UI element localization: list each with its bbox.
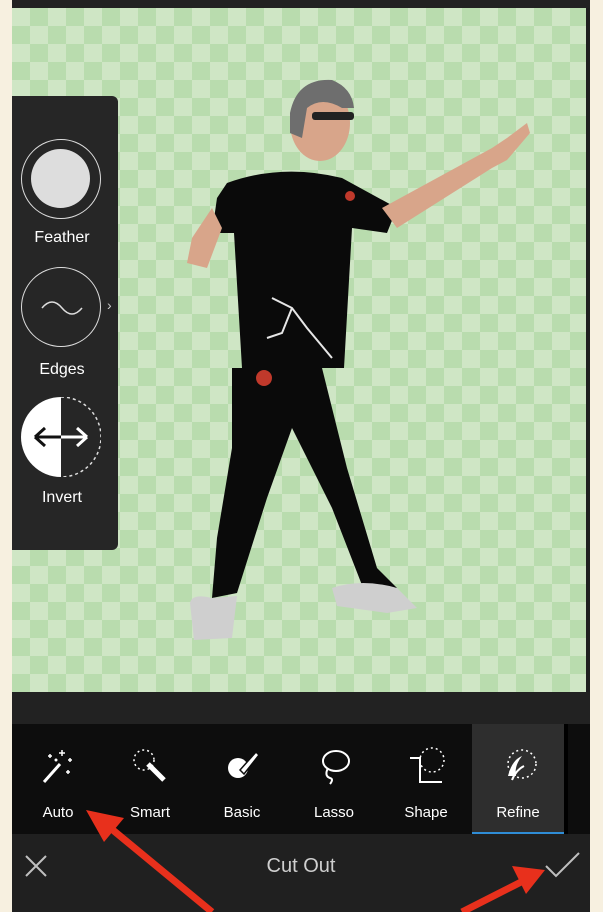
toolbar-scroll-edge	[564, 724, 568, 834]
image-canvas[interactable]: Feather › Edges Invert	[12, 8, 586, 692]
smart-wand-icon	[133, 749, 166, 782]
tool-smart-label: Smart	[129, 804, 170, 821]
magic-wand-sparkle-icon	[42, 750, 72, 783]
cutout-person-image	[187, 79, 530, 640]
invert-label: Invert	[41, 489, 82, 506]
edges-label: Edges	[39, 361, 85, 378]
tool-basic-label: Basic	[223, 804, 261, 821]
brush-icon	[228, 750, 261, 778]
canvas-divider	[12, 692, 590, 724]
tool-basic[interactable]: Basic	[196, 724, 288, 834]
wave-icon	[41, 301, 83, 315]
invert-arrows-icon	[21, 396, 102, 478]
tool-lasso[interactable]: Lasso	[288, 724, 380, 834]
app-screen: Feather › Edges Invert Auto Smart Basic …	[12, 0, 590, 912]
tool-shape-label: Shape	[404, 804, 448, 821]
selection-tools-bar: Auto Smart Basic Lasso Shape Refine	[12, 724, 590, 834]
tool-auto[interactable]: Auto	[12, 724, 104, 834]
checkmark-done-icon[interactable]	[542, 850, 582, 882]
tool-smart[interactable]: Smart	[104, 724, 196, 834]
tool-refine-label: Refine	[496, 804, 540, 821]
tool-lasso-label: Lasso	[313, 804, 355, 821]
shape-select-icon	[410, 747, 445, 783]
page-title: Cut Out	[266, 855, 336, 877]
chevron-right-icon[interactable]: ›	[107, 297, 112, 313]
feather-preview-icon	[31, 149, 90, 208]
invert-button[interactable]	[21, 396, 102, 478]
tool-shape[interactable]: Shape	[380, 724, 472, 834]
top-bar	[12, 0, 590, 8]
feather-label: Feather	[34, 229, 90, 246]
refine-options-panel: Feather › Edges Invert	[12, 96, 118, 550]
bottom-action-bar: Cut Out	[12, 834, 590, 912]
refine-icon	[507, 749, 537, 781]
lasso-icon	[322, 750, 350, 785]
feather-button[interactable]	[21, 139, 101, 219]
edges-button[interactable]	[21, 267, 101, 347]
tool-refine[interactable]: Refine	[472, 724, 564, 834]
tool-auto-label: Auto	[42, 804, 74, 821]
